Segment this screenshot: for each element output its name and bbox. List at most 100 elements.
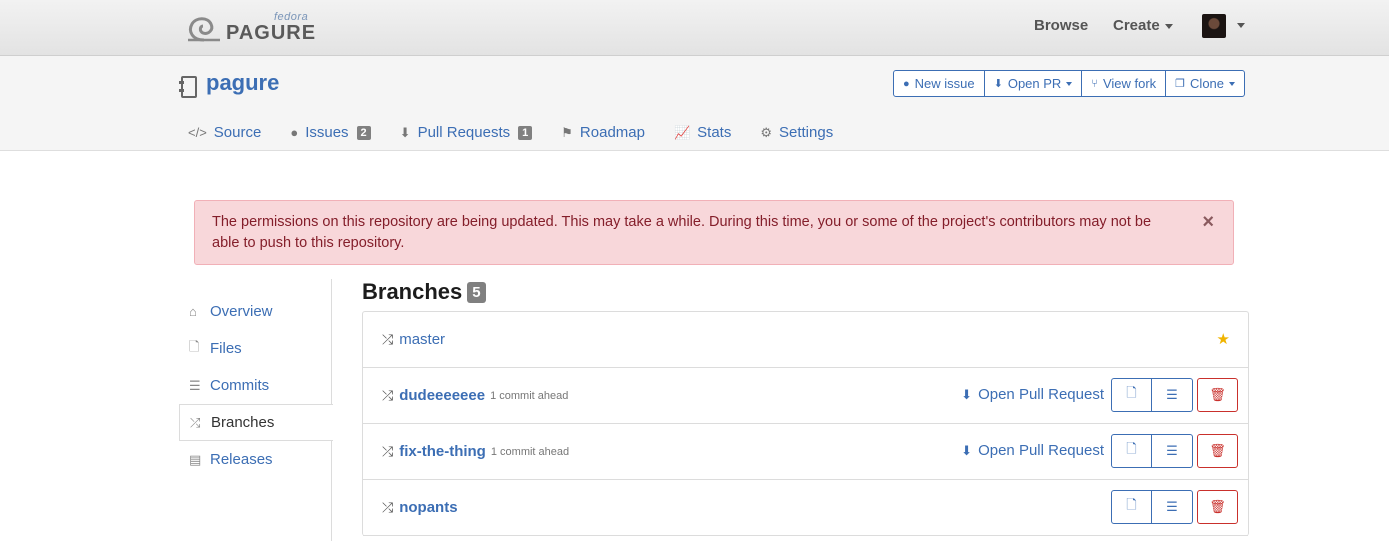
tab-settings-label: Settings xyxy=(779,124,834,141)
repo-tabs: </> Source ● Issues 2 ⬇ Pull Requests 1 ⚑ Road… xyxy=(188,124,862,141)
repo-header: pagure ● New issue ⬇ Open PR ⑂ View fork ❐ C… xyxy=(0,56,1389,151)
chevron-down-icon xyxy=(1229,81,1236,86)
list-icon: ☰ xyxy=(189,377,201,393)
tab-roadmap-label: Roadmap xyxy=(579,124,645,141)
sidebar-item-label: Releases xyxy=(210,451,273,468)
user-avatar[interactable] xyxy=(1202,14,1226,38)
view-fork-button[interactable]: ⑂ View fork xyxy=(1082,71,1167,96)
logo-fedora-text: fedora xyxy=(274,10,309,23)
tab-stats-label: Stats xyxy=(697,124,732,141)
branch-actions: 🗋 ☰ 🗑 xyxy=(1111,378,1238,412)
create-menu[interactable]: Create xyxy=(1113,17,1173,34)
open-pr-button[interactable]: ⬇ Open PR xyxy=(985,71,1083,96)
chevron-down-icon xyxy=(1066,81,1073,86)
table-row: ⤮ fix-the-thing 1 commit ahead ⬇ Open Pul… xyxy=(363,424,1248,480)
chevron-down-icon xyxy=(1164,23,1173,29)
table-row: ⤮ dudeeeeeee 1 commit ahead ⬇ Open Pull R… xyxy=(363,368,1248,424)
branch-link[interactable]: dudeeeeeee xyxy=(399,387,485,404)
sidebar-item-overview[interactable]: ⌂ Overview xyxy=(179,293,332,330)
delete-branch-button[interactable]: 🗑 xyxy=(1197,378,1238,412)
commits-ahead-text: 1 commit ahead xyxy=(490,445,570,458)
open-pr-label: Open PR xyxy=(1007,76,1062,91)
sidebar-item-branches[interactable]: ⤮ Branches xyxy=(179,404,333,441)
exclamation-circle-icon: ● xyxy=(903,77,910,90)
arrow-circle-down-icon: ⬇ xyxy=(993,78,1003,90)
tab-source-label: Source xyxy=(213,124,262,141)
file-code-icon: 🗋 xyxy=(1126,441,1137,456)
pagure-logo[interactable]: fedora PAGURE xyxy=(186,11,316,45)
copy-icon: ❐ xyxy=(1175,78,1186,90)
file-code-icon: 🗋 xyxy=(1126,385,1137,400)
view-code-button[interactable]: 🗋 xyxy=(1111,378,1152,412)
list-icon: ☰ xyxy=(1166,443,1178,458)
repo-name[interactable]: pagure xyxy=(206,70,279,96)
view-commits-button[interactable]: ☰ xyxy=(1152,434,1193,468)
sidebar-item-label: Files xyxy=(210,340,242,357)
branch-link[interactable]: fix-the-thing xyxy=(399,443,486,460)
table-row: ⤮ master ★ xyxy=(363,312,1248,368)
delete-branch-button[interactable]: 🗑 xyxy=(1197,434,1238,468)
page-title: Branches 5 xyxy=(362,279,486,305)
home-icon: ⌂ xyxy=(189,304,197,319)
tab-issues-label: Issues xyxy=(305,124,349,141)
gears-icon: ⚙ xyxy=(760,124,772,140)
chevron-down-icon[interactable] xyxy=(1237,23,1245,28)
table-row: ⤮ nopants 🗋 ☰ 🗑 xyxy=(363,480,1248,536)
clone-label: Clone xyxy=(1190,76,1225,91)
sidebar-item-releases[interactable]: ▤ Releases xyxy=(179,441,332,478)
tab-roadmap[interactable]: ⚑ Roadmap xyxy=(561,124,645,141)
open-pull-request-link[interactable]: ⬇ Open Pull Request xyxy=(961,442,1104,459)
branches-count-badge: 5 xyxy=(467,281,486,303)
view-fork-label: View fork xyxy=(1102,76,1157,91)
view-code-button[interactable]: 🗋 xyxy=(1111,434,1152,468)
repo-action-buttons: ● New issue ⬇ Open PR ⑂ View fork ❐ Clone xyxy=(893,70,1246,97)
list-icon: ☰ xyxy=(1166,387,1178,402)
new-issue-label: New issue xyxy=(914,76,975,91)
branch-list: ⤮ master ★ ⤮ dudeeeeeee 1 commit ahead ⬇… xyxy=(362,311,1249,536)
browse-menu[interactable]: Browse xyxy=(1034,17,1088,34)
file-code-icon: 🗋 xyxy=(1126,497,1137,512)
sidebar-item-commits[interactable]: ☰ Commits xyxy=(179,367,332,404)
open-pull-request-label: Open Pull Request xyxy=(978,442,1104,459)
view-commits-button[interactable]: ☰ xyxy=(1152,378,1193,412)
tab-source[interactable]: </> Source xyxy=(188,124,261,141)
view-commits-button[interactable]: ☰ xyxy=(1152,490,1193,524)
signpost-icon: ⚑ xyxy=(561,124,573,140)
delete-branch-button[interactable]: 🗑 xyxy=(1197,490,1238,524)
permissions-alert: The permissions on this repository are b… xyxy=(194,200,1234,265)
close-icon[interactable]: × xyxy=(1202,212,1214,233)
tab-issues[interactable]: ● Issues 2 xyxy=(290,124,371,141)
sidebar-item-label: Branches xyxy=(211,414,275,431)
sidebar-item-label: Commits xyxy=(210,377,270,394)
branch-link[interactable]: master xyxy=(399,331,445,348)
arrow-circle-down-icon: ⬇ xyxy=(961,442,973,458)
line-chart-icon: 📈 xyxy=(673,124,691,140)
tab-stats[interactable]: 📈 Stats xyxy=(674,124,731,141)
open-pull-request-link[interactable]: ⬇ Open Pull Request xyxy=(961,386,1104,403)
sidebar-item-files[interactable]: 🗋 Files xyxy=(179,330,332,367)
commits-ahead-text: 1 commit ahead xyxy=(490,389,569,402)
alert-message: The permissions on this repository are b… xyxy=(212,214,1152,251)
fork-icon: ⑂ xyxy=(1091,77,1098,90)
sidebar-nav: ⌂ Overview 🗋 Files ☰ Commits ⤮ Branches ▤ Rel… xyxy=(179,279,333,541)
star-icon: ★ xyxy=(1216,331,1230,348)
tab-settings[interactable]: ⚙ Settings xyxy=(760,124,833,141)
branch-actions: 🗋 ☰ 🗑 xyxy=(1111,434,1238,468)
branches-heading: Branches xyxy=(362,279,463,304)
clone-button[interactable]: ❐ Clone xyxy=(1166,71,1244,96)
branch-link[interactable]: nopants xyxy=(399,499,457,516)
archive-icon: ▤ xyxy=(189,451,202,467)
issues-count-badge: 2 xyxy=(356,125,371,140)
list-icon: ☰ xyxy=(1166,499,1178,514)
new-issue-button[interactable]: ● New issue xyxy=(894,71,985,96)
code-icon: </> xyxy=(188,125,207,140)
file-code-icon: 🗋 xyxy=(189,338,200,354)
snail-shell-icon xyxy=(188,17,220,42)
exclamation-circle-icon: ● xyxy=(290,125,299,140)
create-menu-label: Create xyxy=(1113,17,1160,34)
trash-icon: 🗑 xyxy=(1209,499,1226,514)
view-code-button[interactable]: 🗋 xyxy=(1111,490,1152,524)
random-icon: ⤮ xyxy=(382,387,394,403)
tab-pull-requests[interactable]: ⬇ Pull Requests 1 xyxy=(400,124,533,141)
arrow-circle-down-icon: ⬇ xyxy=(961,386,973,402)
